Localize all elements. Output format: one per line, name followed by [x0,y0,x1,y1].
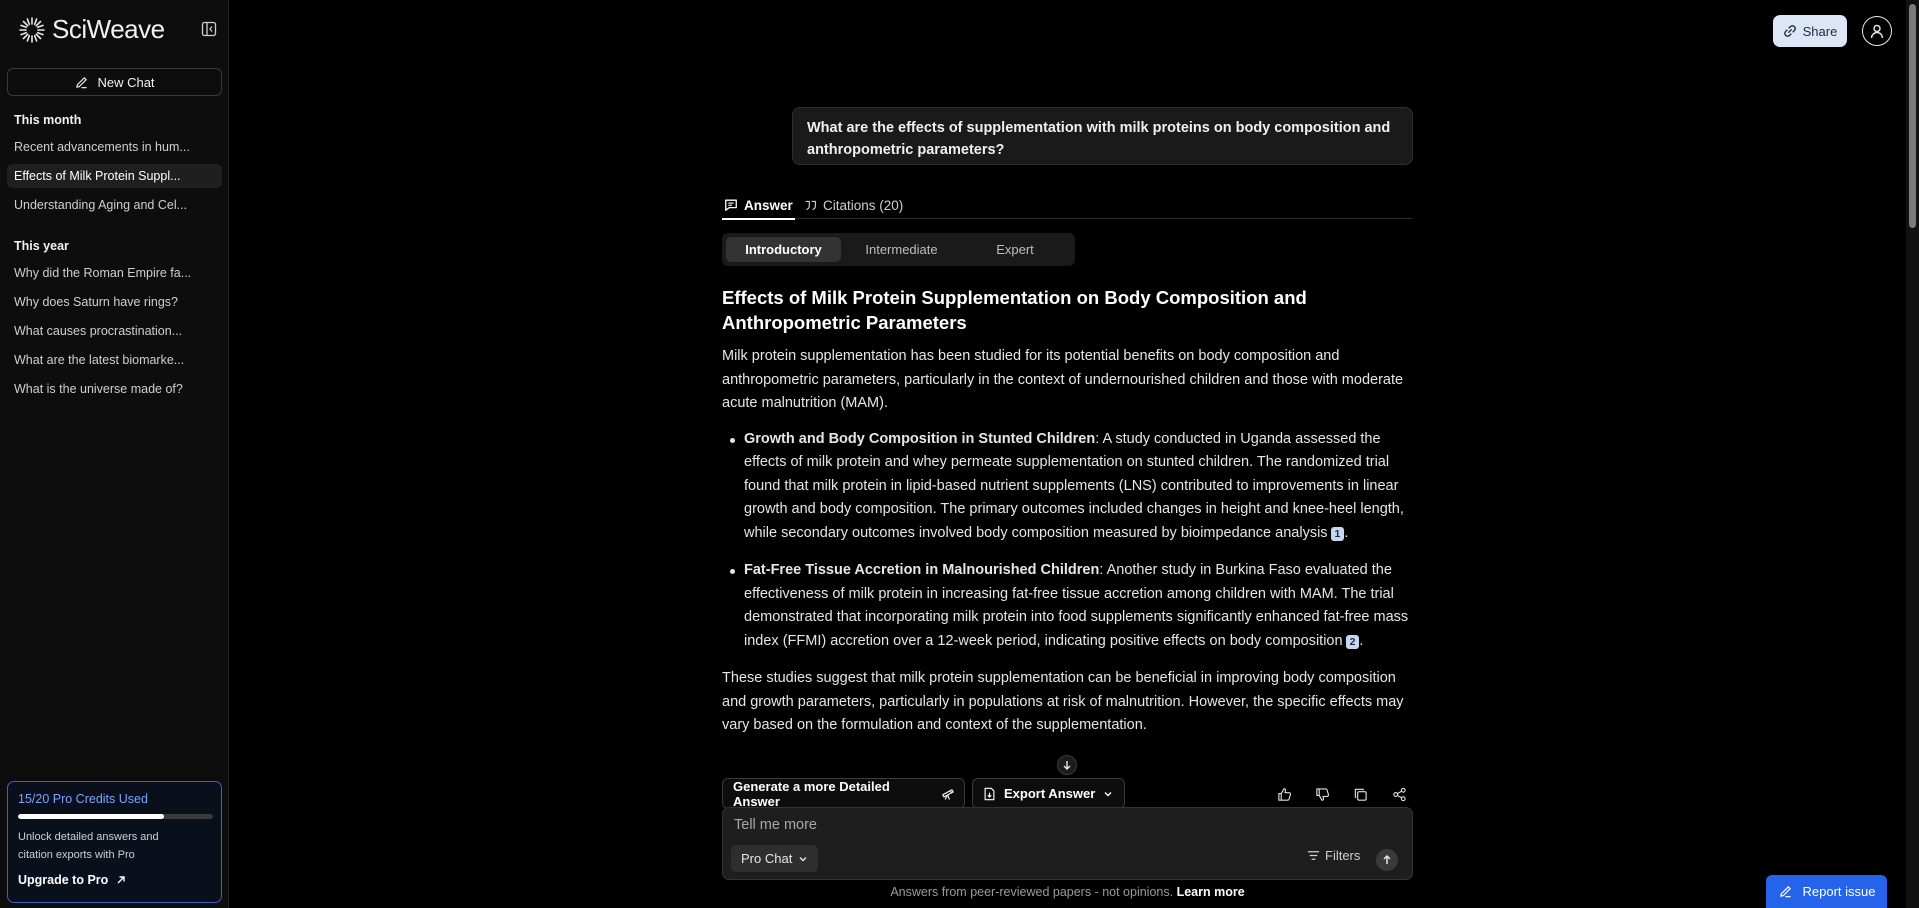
report-issue-label: Report issue [1802,884,1876,899]
chat-item-label: What are the latest biomarke... [14,353,185,367]
answer-point: Growth and Body Composition in Stunted C… [722,428,1422,546]
chat-item-label: Why does Saturn have rings? [14,295,178,309]
sidebar-chat-item[interactable]: Understanding Aging and Cel... [7,193,222,217]
citation-badge[interactable]: 1 [1330,526,1345,541]
sidebar-chat-item[interactable]: Why does Saturn have rings? [7,290,222,314]
arrow-up-icon [1383,854,1391,864]
user-icon [1870,24,1884,39]
citation-badge[interactable]: 2 [1345,634,1360,649]
answer-tabs: Answer Citations (20) [722,191,1413,220]
share-nodes-icon [1392,787,1406,801]
copy-icon [1354,788,1367,801]
section-title-this-month: This month [14,113,82,127]
pro-credits-progress [18,814,213,819]
pro-credits-card: 15/20 Pro Credits Used Unlock detailed a… [7,781,222,903]
filters-label: Filters [1325,848,1361,863]
share-answer-button[interactable] [1389,784,1409,804]
new-chat-label: New Chat [97,74,155,90]
thumbs-up-icon [1277,787,1291,801]
answer-intro: Milk protein supplementation has been st… [722,348,1404,411]
sidebar: SciWeave New Chat This month Recent adva… [0,0,229,908]
arrow-down-icon [1063,761,1071,770]
chat-item-label: Understanding Aging and Cel... [14,198,188,212]
tab-citations-label: Citations (20) [823,197,904,213]
message-icon [725,199,737,211]
footer-note-text: Answers from peer-reviewed papers - not … [890,885,1174,899]
telescope-icon [941,788,954,800]
chevron-down-icon [799,856,807,861]
new-chat-button[interactable]: New Chat [7,68,222,96]
footer-disclaimer: Answers from peer-reviewed papers - not … [722,885,1413,899]
sidebar-chat-item[interactable]: What are the latest biomarke... [7,348,222,372]
level-expert[interactable]: Expert [959,237,1071,262]
chat-item-label: What causes procrastination... [14,324,183,338]
report-issue-button[interactable]: Report issue [1766,875,1887,908]
answer-title: Effects of Milk Protein Supplementation … [722,287,1307,333]
send-button[interactable] [1376,849,1398,871]
filters-button[interactable]: Filters [1307,848,1360,863]
chat-item-label: Effects of Milk Protein Suppl... [14,169,181,183]
thumbs-up-button[interactable] [1274,784,1294,804]
export-answer-button[interactable]: Export Answer [972,778,1125,809]
point-heading: Fat-Free Tissue Accretion in Malnourishe… [744,562,1100,578]
level-intermediate[interactable]: Intermediate [844,237,959,262]
brand[interactable]: SciWeave [18,14,165,45]
export-answer-label: Export Answer [1004,786,1096,801]
generate-detailed-answer-button[interactable]: Generate a more Detailed Answer [722,778,965,809]
learn-more-link[interactable]: Learn more [1177,885,1245,899]
answer-content: Effects of Milk Protein Supplementation … [722,285,1422,738]
pro-description: Unlock detailed answers and citation exp… [18,831,159,861]
sidebar-chat-item[interactable]: Why did the Roman Empire fa... [7,261,222,285]
thumbs-down-icon [1315,787,1329,801]
scroll-to-bottom-button[interactable] [1057,755,1077,775]
pencil-icon [1779,886,1791,898]
sidebar-chat-item[interactable]: What is the universe made of? [7,377,222,401]
page-scrollbar[interactable] [1906,0,1919,908]
share-label: Share [1802,23,1838,39]
answer-points: Growth and Body Composition in Stunted C… [722,428,1422,654]
external-arrow-icon [117,876,125,884]
chat-item-label: Why did the Roman Empire fa... [14,266,192,280]
chat-mode-dropdown[interactable]: Pro Chat [731,845,819,872]
collapse-sidebar-button[interactable] [199,19,219,39]
link-icon [1783,25,1796,37]
sidebar-chat-item[interactable]: What causes procrastination... [7,319,222,343]
section-title-this-year: This year [14,239,69,253]
upgrade-label: Upgrade to Pro [18,873,109,887]
level-introductory[interactable]: Introductory [726,237,841,262]
filter-icon [1307,851,1320,860]
point-heading: Growth and Body Composition in Stunted C… [744,430,1096,447]
pencil-icon [76,76,88,88]
chat-input[interactable] [734,817,1334,833]
sidebar-toggle-icon [201,21,217,37]
pro-credits-progress-fill [18,814,165,819]
chat-item-label: Recent advancements in hum... [14,140,190,154]
chat-composer: Pro Chat Filters [722,807,1413,880]
tab-answer[interactable]: Answer [722,193,795,220]
point-text: : A study conducted in Uganda assessed t… [744,430,1404,541]
sidebar-chat-item[interactable]: Recent advancements in hum... [7,135,222,159]
scrollbar-thumb[interactable] [1909,4,1916,228]
sidebar-chat-item-active[interactable]: Effects of Milk Protein Suppl... [7,164,222,188]
sciweave-logo-icon [19,16,45,43]
chat-item-label: What is the universe made of? [14,382,183,396]
file-export-icon [984,787,995,800]
pro-credits-title: 15/20 Pro Credits Used [18,792,148,806]
chevron-down-icon [1104,791,1112,796]
copy-button[interactable] [1350,784,1370,804]
complexity-level-selector: Introductory Intermediate Expert [722,233,1075,266]
thumbs-down-button[interactable] [1312,784,1332,804]
answer-point: Fat-Free Tissue Accretion in Malnourishe… [722,559,1422,653]
user-question: What are the effects of supplementation … [792,107,1413,165]
detailed-answer-label: Generate a more Detailed Answer [733,778,890,809]
tab-answer-label: Answer [744,197,793,213]
chat-mode-label: Pro Chat [741,851,793,866]
tab-citations[interactable]: Citations (20) [804,193,903,217]
quote-icon [805,200,816,210]
app-name: SciWeave [52,14,165,44]
profile-button[interactable] [1862,16,1892,46]
answer-conclusion: These studies suggest that milk protein … [722,670,1404,733]
share-button[interactable]: Share [1773,15,1847,47]
upgrade-to-pro-link[interactable]: Upgrade to Pro [18,873,211,887]
